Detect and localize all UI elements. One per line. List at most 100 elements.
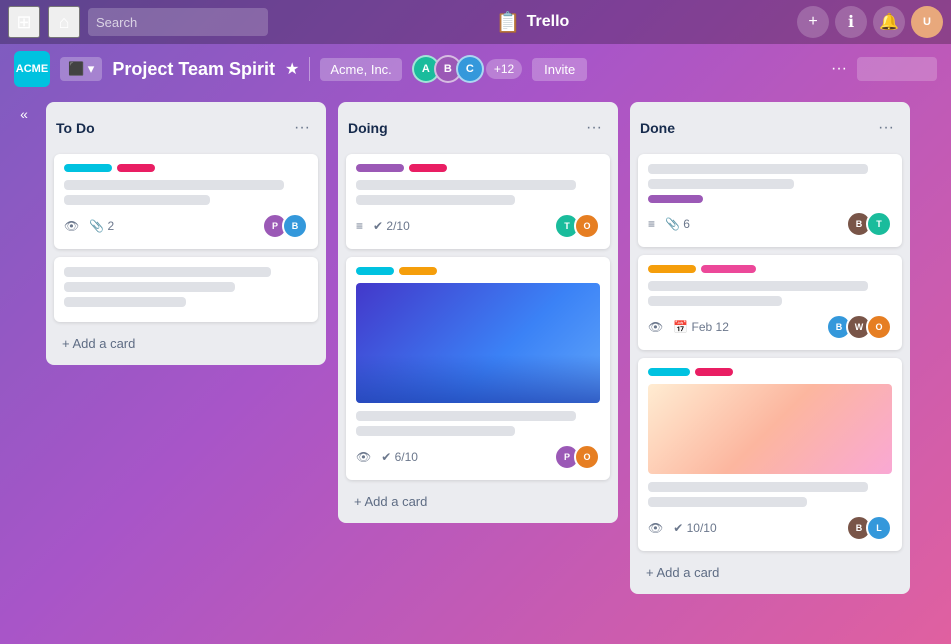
card-members: T O — [554, 213, 600, 239]
card-meta: 👁 📅 Feb 12 — [648, 320, 729, 334]
card-meta-due-date: 📅 Feb 12 — [673, 320, 729, 334]
card-tag — [356, 164, 404, 172]
card-text-line — [64, 195, 210, 205]
card-meta: 👁 ✔ 10/10 — [648, 521, 717, 535]
card-footer: 👁 ✔ 10/10 B L — [648, 515, 892, 541]
column-todo-header: To Do ··· — [54, 110, 318, 146]
card-tags — [356, 267, 600, 275]
card-footer: ≡ 📎 6 B T — [648, 211, 892, 237]
column-todo-menu-button[interactable]: ··· — [288, 114, 316, 142]
card-meta: ≡ 📎 6 — [648, 217, 690, 231]
invite-button[interactable]: Invite — [532, 58, 587, 81]
card-text-line — [64, 180, 284, 190]
card-text-line — [648, 281, 868, 291]
card-tag — [648, 195, 703, 203]
card-text-line — [356, 180, 576, 190]
notifications-button[interactable]: 🔔 — [873, 6, 905, 38]
add-card-todo-button[interactable]: + Add a card — [54, 330, 318, 357]
card-gradient-image — [648, 384, 892, 474]
card-doing-1[interactable]: ≡ ✔ 2/10 T O — [346, 154, 610, 249]
card-tag — [399, 267, 437, 275]
card-tag — [701, 265, 756, 273]
member-count-button[interactable]: +12 — [486, 59, 522, 79]
card-tag — [409, 164, 447, 172]
column-done-menu-button[interactable]: ··· — [872, 114, 900, 142]
trello-logo-icon: 📋 — [496, 10, 521, 35]
board-title: Project Team Spirit — [112, 59, 275, 80]
card-meta-checklist: ✔ 10/10 — [673, 521, 716, 535]
card-text-line — [648, 296, 782, 306]
column-done-title: Done — [640, 120, 675, 136]
card-meta-list: ≡ — [356, 219, 363, 233]
user-avatar[interactable]: U — [911, 6, 943, 38]
card-meta: 👁 ✔ 6/10 — [356, 450, 418, 464]
column-todo-title: To Do — [56, 120, 95, 136]
workspace-badge: ACME — [14, 51, 50, 87]
column-doing-header: Doing ··· — [346, 110, 610, 146]
card-tag — [356, 267, 394, 275]
card-member[interactable]: B — [282, 213, 308, 239]
card-tag — [64, 164, 112, 172]
card-text-line — [648, 482, 868, 492]
card-text-line — [356, 195, 515, 205]
card-text-line — [648, 497, 807, 507]
card-members: P O — [554, 444, 600, 470]
app-title: 📋 Trello — [276, 10, 789, 35]
top-navigation: ⊞ ⌂ 📋 Trello + ℹ 🔔 U — [0, 0, 951, 44]
card-tag — [117, 164, 155, 172]
org-button[interactable]: Acme, Inc. — [320, 58, 401, 81]
add-card-done-button[interactable]: + Add a card — [638, 559, 902, 586]
add-button[interactable]: + — [797, 6, 829, 38]
card-footer: 👁 📎 2 P B — [64, 213, 308, 239]
card-meta-checklist: ✔ 6/10 — [381, 450, 418, 464]
card-doing-2[interactable]: 👁 ✔ 6/10 P O — [346, 257, 610, 480]
app-title-text: Trello — [527, 13, 570, 31]
card-image — [356, 283, 600, 403]
card-members: B W O — [826, 314, 892, 340]
card-meta-views: 👁 — [648, 320, 663, 334]
card-done-1[interactable]: ≡ 📎 6 B T — [638, 154, 902, 247]
card-members: P B — [262, 213, 308, 239]
board-content: « To Do ··· 👁 📎 2 P B — [0, 94, 951, 644]
grid-menu-button[interactable]: ⊞ — [8, 6, 40, 38]
column-todo: To Do ··· 👁 📎 2 P B — [46, 102, 326, 365]
card-todo-1[interactable]: 👁 📎 2 P B — [54, 154, 318, 249]
card-meta-views: 👁 — [64, 219, 79, 233]
card-tags — [356, 164, 600, 172]
add-card-doing-button[interactable]: + Add a card — [346, 488, 610, 515]
card-text-line — [64, 267, 271, 277]
home-button[interactable]: ⌂ — [48, 6, 80, 38]
member-avatar-3[interactable]: C — [456, 55, 484, 83]
column-doing-menu-button[interactable]: ··· — [580, 114, 608, 142]
header-divider — [309, 57, 310, 81]
card-text-line — [64, 282, 235, 292]
card-member[interactable]: L — [866, 515, 892, 541]
board-more-button[interactable]: ··· — [831, 60, 847, 78]
sidebar-toggle[interactable]: « — [14, 102, 34, 122]
card-tags — [64, 164, 308, 172]
card-meta-views: 👁 — [356, 450, 371, 464]
column-doing-title: Doing — [348, 120, 388, 136]
card-tag — [648, 265, 696, 273]
filter-bar — [857, 57, 937, 81]
board-header: ACME ⬛ ▾ Project Team Spirit ★ Acme, Inc… — [0, 44, 951, 94]
card-meta-checklist: ✔ 2/10 — [373, 219, 410, 233]
card-members: B L — [846, 515, 892, 541]
star-button[interactable]: ★ — [285, 59, 299, 79]
card-done-2[interactable]: 👁 📅 Feb 12 B W O — [638, 255, 902, 350]
card-member[interactable]: O — [866, 314, 892, 340]
card-member[interactable]: O — [574, 213, 600, 239]
card-done-3[interactable]: 👁 ✔ 10/10 B L — [638, 358, 902, 551]
workspace-selector[interactable]: ⬛ ▾ — [60, 57, 102, 81]
search-input[interactable] — [88, 8, 268, 36]
info-button[interactable]: ℹ — [835, 6, 867, 38]
card-todo-2[interactable] — [54, 257, 318, 322]
card-text-line — [648, 179, 794, 189]
card-footer: ≡ ✔ 2/10 T O — [356, 213, 600, 239]
card-text-line — [64, 297, 186, 307]
card-tags — [648, 265, 892, 273]
column-done-header: Done ··· — [638, 110, 902, 146]
card-tags — [648, 368, 892, 376]
card-member[interactable]: O — [574, 444, 600, 470]
card-member[interactable]: T — [866, 211, 892, 237]
